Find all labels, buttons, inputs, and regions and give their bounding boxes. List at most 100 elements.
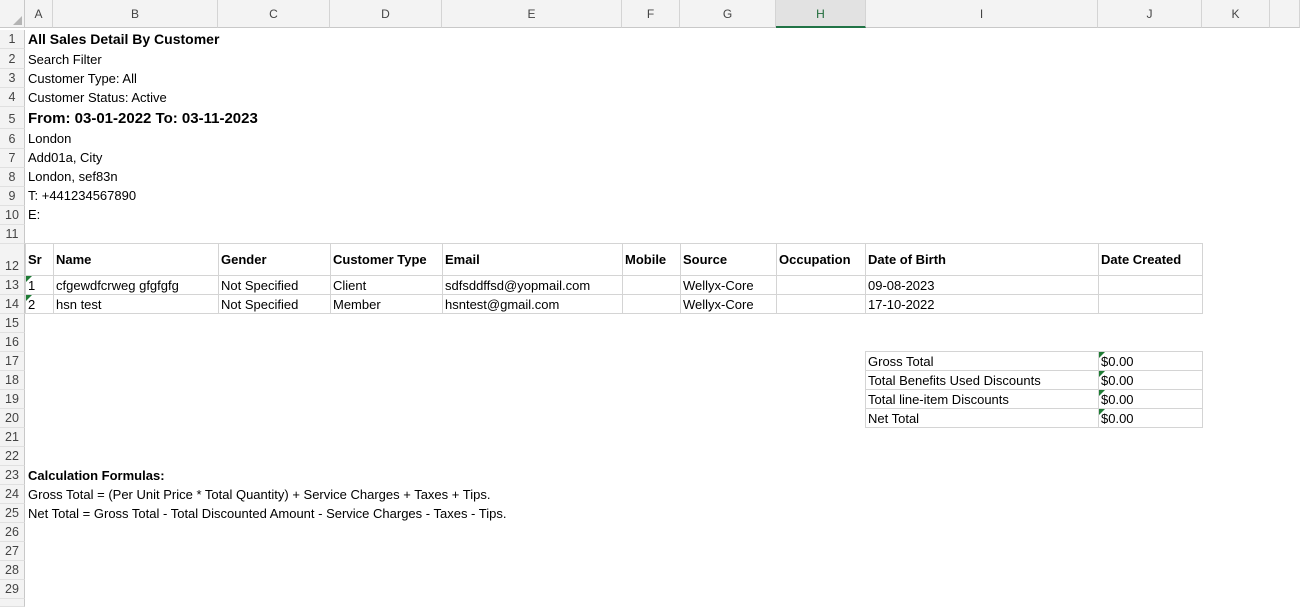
table-cell-source[interactable]: Wellyx-Core [683, 278, 754, 293]
row-header[interactable]: 9 [0, 187, 25, 206]
table-header-source[interactable]: Source [683, 252, 727, 267]
table-divider [442, 243, 443, 314]
table-header-email[interactable]: Email [445, 252, 480, 267]
row-header[interactable]: 16 [0, 333, 25, 352]
row-header[interactable]: 22 [0, 447, 25, 466]
column-header-i[interactable]: I [866, 0, 1098, 28]
column-header-blank [1270, 0, 1300, 28]
gross-total-label[interactable]: Gross Total [868, 354, 934, 369]
row-header[interactable]: 15 [0, 314, 25, 333]
column-header-e[interactable]: E [442, 0, 622, 28]
table-divider [865, 243, 866, 314]
benefits-discounts-value[interactable]: $0.00 [1101, 373, 1134, 388]
table-header-occupation[interactable]: Occupation [779, 252, 851, 267]
table-cell-gender[interactable]: Not Specified [221, 297, 298, 312]
table-divider [1098, 243, 1099, 314]
table-header-customer-type[interactable]: Customer Type [333, 252, 427, 267]
address-line-2: London, sef83n [28, 169, 118, 184]
row-header[interactable]: 20 [0, 409, 25, 428]
column-header-g[interactable]: G [680, 0, 776, 28]
row-header[interactable]: 19 [0, 390, 25, 409]
column-header-j[interactable]: J [1098, 0, 1202, 28]
column-header-b[interactable]: B [53, 0, 218, 28]
table-header-sr[interactable]: Sr [28, 252, 42, 267]
table-cell-gender[interactable]: Not Specified [221, 278, 298, 293]
line-item-discounts-label[interactable]: Total line-item Discounts [868, 392, 1009, 407]
table-divider [865, 408, 1203, 409]
table-cell-name[interactable]: cfgewdfcrweg gfgfgfg [56, 278, 179, 293]
select-all-icon [13, 16, 22, 25]
table-divider [865, 370, 1203, 371]
table-header-mobile[interactable]: Mobile [625, 252, 666, 267]
net-total-formula: Net Total = Gross Total - Total Discount… [28, 506, 507, 521]
column-header-d[interactable]: D [330, 0, 442, 28]
row-header[interactable]: 5 [0, 107, 25, 129]
table-divider [680, 243, 681, 314]
row-header[interactable]: 6 [0, 129, 25, 149]
table-header-name[interactable]: Name [56, 252, 91, 267]
row-header[interactable]: 26 [0, 523, 25, 542]
table-cell-sr[interactable]: 1 [28, 278, 35, 293]
table-divider [330, 243, 331, 314]
address-line-1: Add01a, City [28, 150, 103, 165]
phone-number: T: +441234567890 [28, 188, 137, 203]
column-header-a[interactable]: A [25, 0, 53, 28]
row-header[interactable]: 17 [0, 352, 25, 371]
customer-type-filter: Customer Type: All [28, 71, 137, 86]
gross-total-value[interactable]: $0.00 [1101, 354, 1134, 369]
row-header[interactable]: 24 [0, 485, 25, 504]
table-divider [53, 243, 54, 314]
table-cell-email[interactable]: sdfsddffsd@yopmail.com [445, 278, 590, 293]
table-cell-customer-type[interactable]: Client [333, 278, 366, 293]
row-header[interactable]: 14 [0, 295, 25, 314]
row-header[interactable]: 13 [0, 276, 25, 295]
row-header[interactable]: 29 [0, 580, 25, 599]
select-all-corner[interactable] [0, 0, 25, 28]
table-header-gender[interactable]: Gender [221, 252, 267, 267]
report-title: All Sales Detail By Customer [28, 31, 220, 47]
row-header[interactable]: 7 [0, 149, 25, 168]
row-header[interactable]: 28 [0, 561, 25, 580]
table-divider [622, 243, 623, 314]
row-header[interactable]: 18 [0, 371, 25, 390]
row-header[interactable]: 11 [0, 225, 25, 244]
search-filter-label: Search Filter [28, 52, 102, 67]
table-cell-date-of-birth[interactable]: 17-10-2022 [868, 297, 935, 312]
table-divider [865, 389, 1203, 390]
row-header[interactable]: 1 [0, 30, 25, 49]
row-header[interactable]: 3 [0, 69, 25, 88]
row-header [0, 599, 25, 607]
row-header[interactable]: 10 [0, 206, 25, 225]
location-name: London [28, 131, 72, 146]
row-header[interactable]: 2 [0, 49, 25, 69]
column-header-k[interactable]: K [1202, 0, 1270, 28]
email-line: E: [28, 207, 41, 222]
table-divider [218, 243, 219, 314]
row-header[interactable]: 21 [0, 428, 25, 447]
net-total-value[interactable]: $0.00 [1101, 411, 1134, 426]
table-cell-date-of-birth[interactable]: 09-08-2023 [868, 278, 935, 293]
row-header[interactable]: 25 [0, 504, 25, 523]
spreadsheet: A B C D E F G H I J K 1 2 3 4 5 6 7 8 9 … [0, 0, 1300, 607]
row-header[interactable]: 27 [0, 542, 25, 561]
line-item-discounts-value[interactable]: $0.00 [1101, 392, 1134, 407]
row-header[interactable]: 4 [0, 88, 25, 107]
table-cell-name[interactable]: hsn test [56, 297, 102, 312]
column-header-h[interactable]: H [776, 0, 866, 28]
table-cell-email[interactable]: hsntest@gmail.com [445, 297, 559, 312]
column-header-c[interactable]: C [218, 0, 330, 28]
table-cell-source[interactable]: Wellyx-Core [683, 297, 754, 312]
table-divider [25, 294, 1203, 295]
table-header-date-of-birth[interactable]: Date of Birth [868, 252, 946, 267]
table-header-date-created[interactable]: Date Created [1101, 252, 1181, 267]
row-header[interactable]: 12 [0, 244, 25, 276]
formulas-heading: Calculation Formulas: [28, 468, 165, 483]
table-divider [25, 275, 1203, 276]
table-cell-sr[interactable]: 2 [28, 297, 35, 312]
column-header-f[interactable]: F [622, 0, 680, 28]
table-cell-customer-type[interactable]: Member [333, 297, 381, 312]
row-header[interactable]: 23 [0, 466, 25, 485]
benefits-discounts-label[interactable]: Total Benefits Used Discounts [868, 373, 1041, 388]
net-total-label[interactable]: Net Total [868, 411, 919, 426]
row-header[interactable]: 8 [0, 168, 25, 187]
